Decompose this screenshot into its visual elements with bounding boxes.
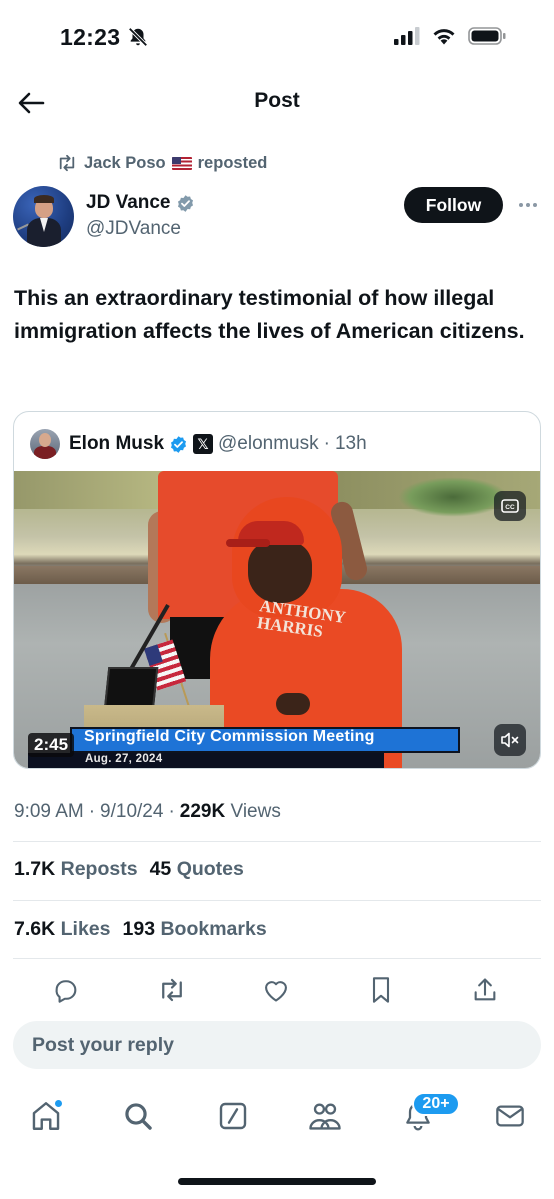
closed-captions-icon: CC [501, 499, 519, 513]
video-caption-date: Aug. 27, 2024 [85, 753, 163, 765]
verified-icon [176, 194, 195, 213]
reply-icon [55, 980, 77, 1003]
likes-stat[interactable]: 7.6K Likes [14, 918, 111, 941]
tab-grok[interactable] [213, 1096, 253, 1136]
home-unread-dot [54, 1099, 63, 1108]
author-avatar[interactable] [13, 186, 74, 247]
share-icon [474, 978, 496, 1001]
reply-input[interactable]: Post your reply [13, 1021, 541, 1069]
quote-header: Elon Musk 𝕏 @elonmusk · 13h [30, 429, 367, 459]
search-icon [125, 1103, 152, 1130]
reply-button[interactable] [50, 974, 82, 1006]
follow-button[interactable]: Follow [404, 187, 503, 223]
grok-icon [219, 1102, 247, 1130]
quotes-count: 45 [149, 858, 172, 880]
tab-communities[interactable] [305, 1096, 345, 1136]
signal-icon [394, 27, 420, 45]
post-date: 9/10/24 [100, 801, 164, 822]
heart-icon [265, 981, 287, 1002]
battery-icon [468, 27, 506, 45]
status-time: 12:23 [60, 24, 121, 50]
bookmarks-label: Bookmarks [160, 918, 267, 940]
page-title: Post [254, 89, 300, 112]
more-dot [519, 203, 523, 207]
nav-header: Post [0, 76, 554, 128]
tab-messages[interactable] [490, 1096, 530, 1136]
tab-search[interactable] [118, 1096, 158, 1136]
video-caption: Springfield City Commission Meeting [84, 728, 375, 745]
divider [13, 841, 541, 842]
author-name: JD Vance [86, 192, 171, 213]
reposts-count: 1.7K [14, 858, 56, 880]
author-name-row[interactable]: JD Vance [86, 192, 195, 214]
video-duration: 2:45 [28, 733, 75, 757]
quote-author-handle: @elonmusk [218, 433, 319, 454]
bottom-tab-bar: 20+ [0, 1088, 554, 1148]
bookmarks-stat[interactable]: 193 Bookmarks [123, 918, 267, 941]
repost-context[interactable]: Jack Poso reposted [56, 152, 267, 174]
quotes-label: Quotes [176, 858, 244, 880]
notifications-badge: 20+ [412, 1092, 460, 1116]
more-options-button[interactable] [515, 193, 541, 217]
repost-user: Jack Poso [84, 153, 166, 172]
video-player[interactable]: ANTHONY HARRIS CC Springfield City Commis… [14, 471, 540, 768]
repost-button[interactable] [156, 974, 188, 1006]
separator-dot: · [168, 801, 175, 822]
reposts-stat[interactable]: 1.7K Reposts [14, 858, 138, 881]
views-stat[interactable]: 229K Views [180, 801, 281, 823]
quote-author-name: Elon Musk [69, 433, 165, 454]
divider [13, 900, 541, 901]
views-count: 229K [179, 801, 226, 822]
like-button[interactable] [260, 974, 292, 1006]
home-indicator[interactable] [178, 1178, 376, 1185]
post-actions [0, 970, 554, 1010]
post-time: 9:09 AM [14, 801, 84, 822]
us-flag-icon [171, 156, 192, 170]
likes-label: Likes [60, 918, 111, 940]
wifi-icon [433, 29, 455, 45]
more-dot [526, 203, 530, 207]
tab-home[interactable] [26, 1096, 66, 1136]
separator-dot: · [88, 801, 96, 822]
divider [13, 958, 541, 959]
quote-time: 13h [334, 433, 367, 454]
status-bar: 12:23 [0, 0, 554, 76]
verified-blue-icon [169, 435, 188, 454]
muted-speaker-icon [501, 732, 519, 748]
engagement-row-1: 1.7K Reposts 45 Quotes [14, 858, 244, 881]
bookmark-icon [372, 977, 390, 1003]
mail-icon [496, 1105, 524, 1127]
repost-icon [162, 978, 182, 1002]
reposts-label: Reposts [60, 858, 138, 880]
bookmarks-count: 193 [122, 918, 156, 940]
quote-avatar[interactable] [30, 429, 60, 459]
caption-date-bar [28, 753, 384, 768]
tweet-text: This an extraordinary testimonial of how… [14, 286, 525, 343]
quotes-stat[interactable]: 45 Quotes [150, 858, 244, 881]
more-dot [533, 203, 537, 207]
quoted-post-card[interactable]: Elon Musk 𝕏 @elonmusk · 13h ANTHONY HARRI… [13, 411, 541, 769]
likes-count: 7.6K [14, 918, 56, 940]
post-meta: 9:09 AM · 9/10/24 · 229K Views [14, 801, 281, 823]
video-scene-plant [398, 477, 508, 517]
communities-icon [309, 1103, 341, 1130]
bookmark-button[interactable] [365, 974, 397, 1006]
repost-action: reposted [197, 153, 268, 172]
author-handle[interactable]: @JDVance [86, 218, 181, 240]
closed-captions-button[interactable]: CC [494, 491, 526, 521]
status-icons [394, 27, 506, 45]
repost-icon [59, 154, 75, 172]
engagement-row-2: 7.6K Likes 193 Bookmarks [14, 918, 267, 941]
x-affiliation-icon: 𝕏 [193, 434, 214, 454]
share-button[interactable] [469, 974, 501, 1006]
separator-dot: · [323, 433, 330, 454]
svg-text:CC: CC [505, 504, 515, 511]
views-label: Views [230, 801, 281, 822]
mute-button[interactable] [494, 724, 526, 756]
bell-off-icon [127, 26, 149, 53]
